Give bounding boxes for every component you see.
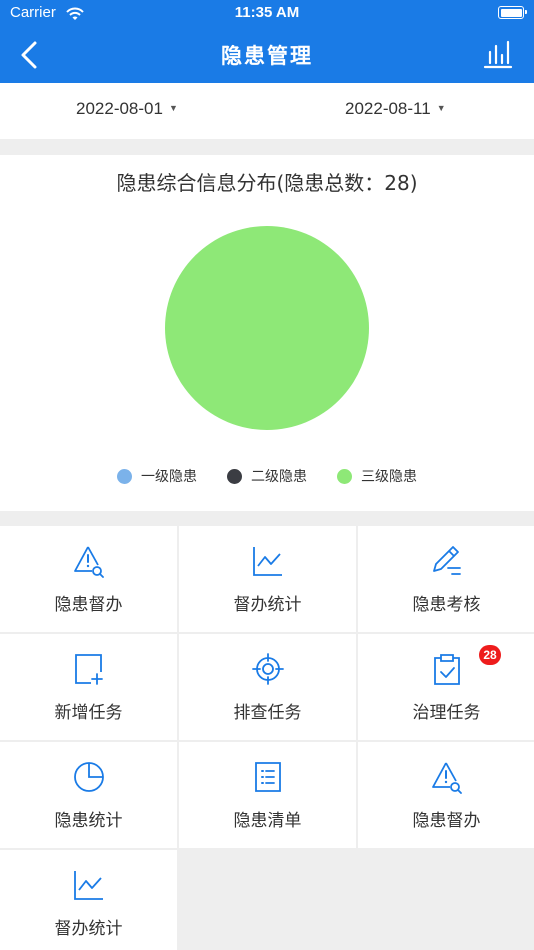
chart-card: 隐患综合信息分布(隐患总数：28) 一级隐患 二级隐患 三级隐患: [0, 155, 534, 511]
caret-down-icon: ▼: [168, 103, 178, 113]
menu-item-hazard-supervise-2[interactable]: 隐患督办: [358, 742, 534, 848]
menu-item-label: 隐患清单: [233, 811, 302, 831]
menu-item-label: 治理任务: [412, 703, 481, 723]
menu-item-label: 隐患督办: [412, 811, 481, 831]
add-document-icon: [75, 654, 103, 685]
battery-icon: [498, 6, 527, 19]
legend-dot: [227, 468, 242, 484]
menu-item-supervise-stats[interactable]: 督办统计: [179, 526, 356, 632]
end-date-picker[interactable]: 2022-08-11 ▼: [345, 99, 446, 119]
statistics-button[interactable]: [482, 38, 514, 70]
pie-chart-icon: [74, 762, 104, 792]
menu-item-label: 新增任务: [54, 703, 123, 723]
menu-item-hazard-list[interactable]: 隐患清单: [179, 742, 356, 848]
pie-slice-3[interactable]: [165, 226, 369, 430]
edit-pen-icon: [433, 546, 461, 575]
status-bar: Carrier 11:35 AM: [0, 0, 534, 28]
line-chart-icon: [74, 871, 103, 900]
legend-label: 三级隐患: [361, 469, 417, 485]
start-date-value: 2022-08-01: [76, 99, 163, 118]
legend-dot: [117, 468, 132, 484]
start-date-picker[interactable]: 2022-08-01 ▼: [76, 99, 178, 119]
end-date-value: 2022-08-11: [345, 99, 431, 118]
chart-legend: 一级隐患 二级隐患 三级隐患: [0, 466, 534, 486]
menu-item-label: 隐患统计: [54, 811, 123, 831]
date-range-row: 2022-08-01 ▼ 2022-08-11 ▼: [0, 83, 534, 139]
menu-item-label: 督办统计: [233, 595, 302, 615]
clipboard-check-icon: [434, 654, 460, 685]
legend-dot: [337, 468, 352, 484]
menu-item-supervise-stats-2[interactable]: 督办统计: [0, 850, 177, 950]
line-chart-icon: [253, 547, 282, 576]
legend-item[interactable]: 三级隐患: [337, 466, 417, 486]
warning-search-icon: [432, 762, 462, 794]
list-document-icon: [255, 762, 281, 792]
warning-search-icon: [74, 546, 104, 578]
menu-item-hazard-supervise[interactable]: 隐患督办: [0, 526, 177, 632]
target-icon: [252, 653, 284, 685]
legend-label: 一级隐患: [141, 469, 197, 485]
menu-item-label: 排查任务: [233, 703, 302, 723]
chart-title: 隐患综合信息分布(隐患总数：28): [116, 171, 418, 195]
menu-item-hazard-stats[interactable]: 隐患统计: [0, 742, 177, 848]
bar-chart-icon: [483, 40, 513, 69]
page-title: 隐患管理: [221, 44, 313, 68]
pie-chart: [165, 226, 369, 430]
menu-item-label: 督办统计: [54, 919, 123, 939]
nav-bar: Carrier 11:35 AM 隐患管理: [0, 0, 534, 83]
menu-item-inspection-task[interactable]: 排查任务: [179, 634, 356, 740]
clock: 11:35 AM: [234, 4, 300, 21]
menu-item-governance-task[interactable]: 治理任务: [358, 634, 534, 740]
legend-label: 二级隐患: [251, 469, 307, 485]
notification-badge: 28: [479, 645, 501, 665]
menu-item-hazard-assessment[interactable]: 隐患考核: [358, 526, 534, 632]
menu-item-label: 隐患考核: [412, 595, 481, 615]
menu-item-label: 隐患督办: [54, 595, 123, 615]
legend-item[interactable]: 一级隐患: [117, 466, 197, 486]
legend-item[interactable]: 二级隐患: [227, 466, 307, 486]
caret-down-icon: ▼: [436, 103, 446, 113]
menu-item-new-task[interactable]: 新增任务: [0, 634, 177, 740]
